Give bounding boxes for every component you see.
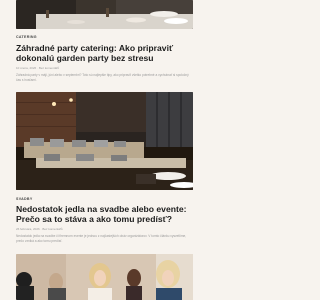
article-list: CATERING Záhradné party catering: Ako pr… xyxy=(16,0,193,300)
article-excerpt: Záhradná party v máji, júni alebo v sept… xyxy=(16,73,189,82)
article-thumbnail[interactable] xyxy=(16,0,193,29)
article-excerpt: Nedostatok jedla na svadbe či firemnom e… xyxy=(16,234,187,243)
article-thumbnail[interactable] xyxy=(16,254,193,300)
article-title[interactable]: Nedostatok jedla na svadbe alebo evente:… xyxy=(16,204,193,224)
article-thumbnail[interactable] xyxy=(16,92,193,190)
article-title[interactable]: Záhradné party catering: Ako pripraviť d… xyxy=(16,43,193,63)
